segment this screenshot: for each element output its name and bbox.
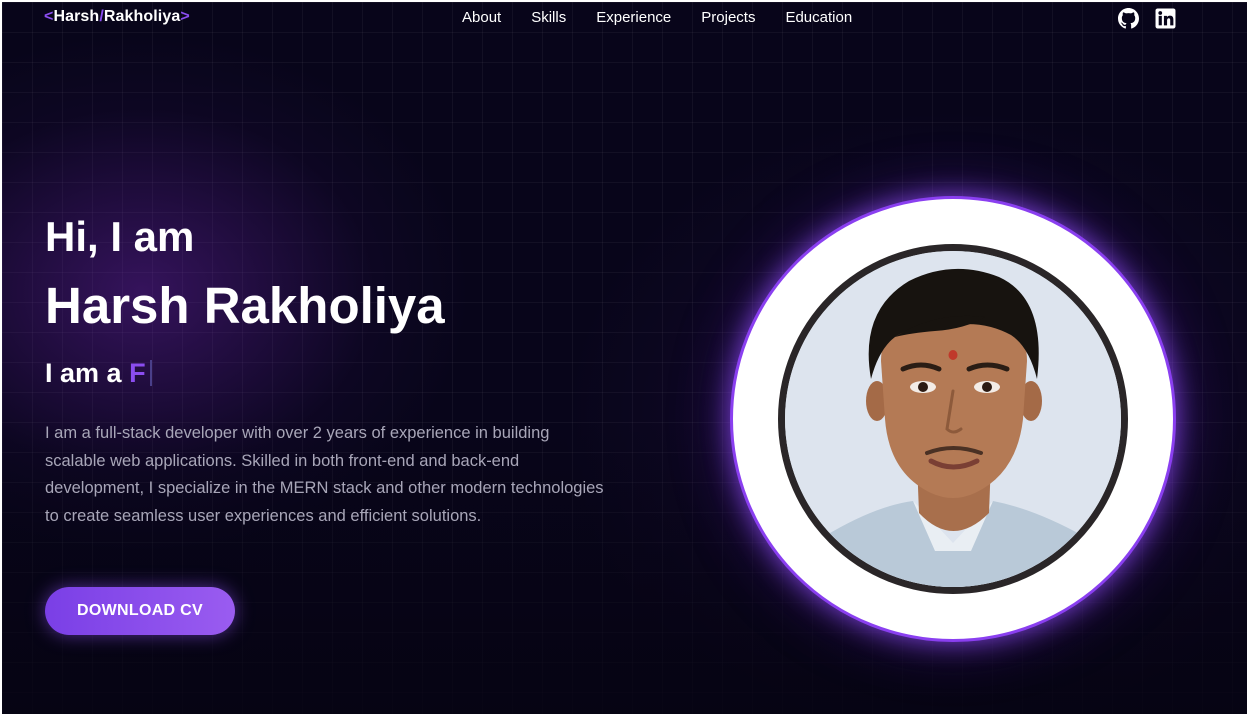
hero-role-line: I am a F <box>45 357 152 389</box>
logo-first-name: Harsh <box>53 8 100 25</box>
profile-photo <box>778 244 1128 594</box>
site-logo[interactable]: <Harsh/Rakholiya> <box>44 8 190 26</box>
nav-link-experience[interactable]: Experience <box>596 9 671 26</box>
linkedin-icon[interactable] <box>1155 8 1176 29</box>
top-navbar: <Harsh/Rakholiya> About Skills Experienc… <box>2 2 1247 34</box>
hero-name: Harsh Rakholiya <box>45 277 445 334</box>
portfolio-page: <Harsh/Rakholiya> About Skills Experienc… <box>2 2 1247 714</box>
nav-link-education[interactable]: Education <box>785 9 852 26</box>
profile-image-ring <box>730 196 1176 642</box>
nav-link-projects[interactable]: Projects <box>701 9 755 26</box>
logo-close-bracket: > <box>180 8 190 25</box>
nav-link-about[interactable]: About <box>462 9 501 26</box>
role-prefix: I am a <box>45 358 122 388</box>
download-cv-button[interactable]: DOWNLOAD CV <box>45 587 235 635</box>
hero-bio: I am a full-stack developer with over 2 … <box>45 424 604 525</box>
typing-cursor <box>149 360 152 386</box>
nav-links: About Skills Experience Projects Educati… <box>462 9 882 26</box>
role-typed-text: F <box>129 358 146 388</box>
social-links <box>1118 8 1176 29</box>
hero-greeting: Hi, I am <box>45 213 195 260</box>
github-icon[interactable] <box>1118 8 1139 29</box>
logo-last-name: Rakholiya <box>103 8 181 25</box>
nav-link-skills[interactable]: Skills <box>531 9 566 26</box>
profile-photo-illustration <box>785 251 1121 587</box>
